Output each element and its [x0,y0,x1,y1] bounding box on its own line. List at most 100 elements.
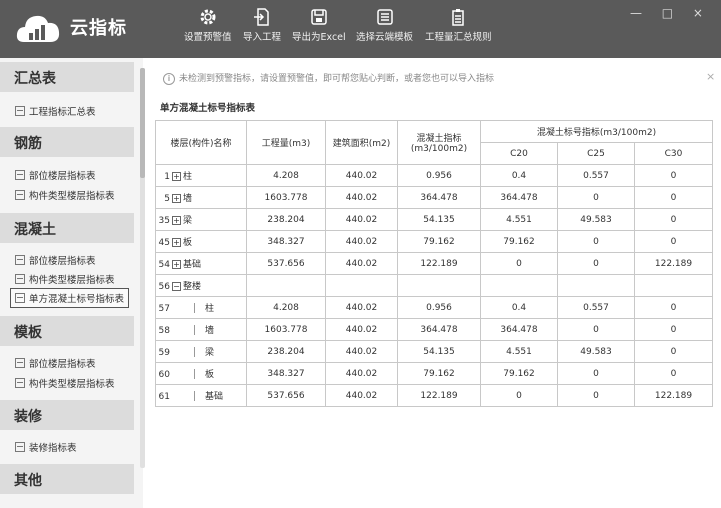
table-row[interactable]: 54 + 基础 537.656 440.02 122.189 0 0 122.189 [155,252,713,275]
cell-c25[interactable] [557,274,635,297]
cell-index[interactable]: 0.956 [397,164,481,187]
table-row[interactable]: 35 + 梁 238.204 440.02 54.135 4.551 49.583 0 [155,208,713,231]
sidebar-section-other[interactable]: 其他 [0,464,134,494]
cell-qty[interactable]: 238.204 [246,340,326,363]
expand-icon[interactable]: + [172,172,181,181]
row-name-cell[interactable]: 60 板 [155,362,247,385]
table-row[interactable]: 57 柱 4.208 440.02 0.956 0.4 0.557 0 [155,296,713,319]
expand-icon[interactable]: + [172,216,181,225]
sidebar-section-concrete[interactable]: 混凝土 [0,213,134,243]
cell-index[interactable]: 122.189 [397,384,481,407]
cell-area[interactable]: 440.02 [325,164,398,187]
expand-icon[interactable]: + [172,260,181,269]
cell-area[interactable]: 440.02 [325,208,398,231]
cell-c25[interactable]: 0 [557,362,635,385]
cell-c20[interactable]: 4.551 [480,208,558,231]
cell-c25[interactable]: 0.557 [557,296,635,319]
cell-c30[interactable]: 0 [634,230,713,253]
cell-c20[interactable]: 79.162 [480,362,558,385]
export-excel-button[interactable]: 导出为Excel [292,8,346,43]
cell-c25[interactable]: 49.583 [557,340,635,363]
cell-area[interactable]: 440.02 [325,230,398,253]
cell-qty[interactable]: 4.208 [246,296,326,319]
cell-c30[interactable]: 0 [634,186,713,209]
cell-qty[interactable]: 537.656 [246,252,326,275]
cell-c25[interactable]: 0 [557,252,635,275]
table-row[interactable]: 60 板 348.327 440.02 79.162 79.162 0 0 [155,362,713,385]
cell-c20[interactable]: 4.551 [480,340,558,363]
collapse-icon[interactable]: − [172,282,181,291]
cell-c20[interactable]: 0.4 [480,296,558,319]
row-name-cell[interactable]: 59 梁 [155,340,247,363]
cell-c30[interactable]: 0 [634,362,713,385]
cell-index[interactable]: 0.956 [397,296,481,319]
sidebar-item-formwork-component-floor[interactable]: 构件类型楼层指标表 [15,376,115,390]
row-name-cell[interactable]: 1 + 柱 [155,164,247,187]
cell-c30[interactable]: 0 [634,296,713,319]
sidebar-item-formwork-part-floor[interactable]: 部位楼层指标表 [15,356,96,370]
cell-area[interactable]: 440.02 [325,384,398,407]
cell-c20[interactable]: 0 [480,384,558,407]
row-name-cell[interactable]: 35 + 梁 [155,208,247,231]
cell-index[interactable]: 79.162 [397,230,481,253]
cell-index[interactable]: 79.162 [397,362,481,385]
sidebar-section-decoration[interactable]: 装修 [0,400,134,430]
select-cloud-template-button[interactable]: 选择云端模板 [356,8,413,43]
sidebar-item-decoration-index[interactable]: 装修指标表 [15,440,77,454]
cell-qty[interactable]: 537.656 [246,384,326,407]
row-name-cell[interactable]: 61 基础 [155,384,247,407]
cell-area[interactable]: 440.02 [325,186,398,209]
cell-c25[interactable]: 49.583 [557,208,635,231]
expand-icon[interactable]: + [172,194,181,203]
cell-c30[interactable] [634,274,713,297]
sidebar-item-rebar-part-floor[interactable]: 部位楼层指标表 [15,168,96,182]
cell-c25[interactable]: 0 [557,186,635,209]
row-name-cell[interactable]: 54 + 基础 [155,252,247,275]
sidebar-item-project-index-summary[interactable]: 工程指标汇总表 [15,104,96,118]
cell-c25[interactable]: 0 [557,318,635,341]
cell-c20[interactable]: 0.4 [480,164,558,187]
cell-area[interactable]: 440.02 [325,296,398,319]
set-warning-button[interactable]: 设置预警值 [184,8,232,43]
sidebar-section-rebar[interactable]: 钢筋 [0,127,134,157]
row-name-cell[interactable]: 45 + 板 [155,230,247,253]
cell-c30[interactable]: 0 [634,318,713,341]
close-notice-icon[interactable]: × [706,70,715,83]
cell-qty[interactable]: 238.204 [246,208,326,231]
cell-qty[interactable]: 348.327 [246,230,326,253]
cell-index[interactable]: 364.478 [397,186,481,209]
row-name-cell[interactable]: 57 柱 [155,296,247,319]
cell-c20[interactable] [480,274,558,297]
sidebar-item-concrete-grade-index[interactable]: 单方混凝土标号指标表 [10,288,130,308]
cell-qty[interactable]: 348.327 [246,362,326,385]
cell-c20[interactable]: 0 [480,252,558,275]
table-row[interactable]: 58 墙 1603.778 440.02 364.478 364.478 0 0 [155,318,713,341]
cell-area[interactable] [325,274,398,297]
cell-c30[interactable]: 122.189 [634,252,713,275]
cell-c20[interactable]: 364.478 [480,318,558,341]
cell-index[interactable]: 54.135 [397,208,481,231]
cell-c30[interactable]: 0 [634,340,713,363]
cell-qty[interactable]: 1603.778 [246,186,326,209]
cell-qty[interactable]: 1603.778 [246,318,326,341]
cell-c30[interactable]: 0 [634,208,713,231]
cell-c30[interactable]: 122.189 [634,384,713,407]
row-name-cell[interactable]: 58 墙 [155,318,247,341]
window-controls[interactable]: — □ × [630,6,711,20]
table-row[interactable]: 59 梁 238.204 440.02 54.135 4.551 49.583 0 [155,340,713,363]
table-row[interactable]: 45 + 板 348.327 440.02 79.162 79.162 0 0 [155,230,713,253]
cell-c20[interactable]: 79.162 [480,230,558,253]
sidebar-item-rebar-component-floor[interactable]: 构件类型楼层指标表 [15,188,115,202]
sidebar-item-concrete-part-floor[interactable]: 部位楼层指标表 [15,253,96,267]
quantity-summary-rules-button[interactable]: 工程量汇总规则 [425,8,492,43]
cell-c25[interactable]: 0.557 [557,164,635,187]
cell-area[interactable]: 440.02 [325,252,398,275]
cell-c25[interactable]: 0 [557,384,635,407]
cell-index[interactable]: 122.189 [397,252,481,275]
cell-c25[interactable]: 0 [557,230,635,253]
table-row[interactable]: 1 + 柱 4.208 440.02 0.956 0.4 0.557 0 [155,164,713,187]
import-project-button[interactable]: 导入工程 [243,8,281,43]
table-row[interactable]: 56− 整楼 [155,274,713,297]
sidebar-section-formwork[interactable]: 模板 [0,316,134,346]
cell-c20[interactable]: 364.478 [480,186,558,209]
